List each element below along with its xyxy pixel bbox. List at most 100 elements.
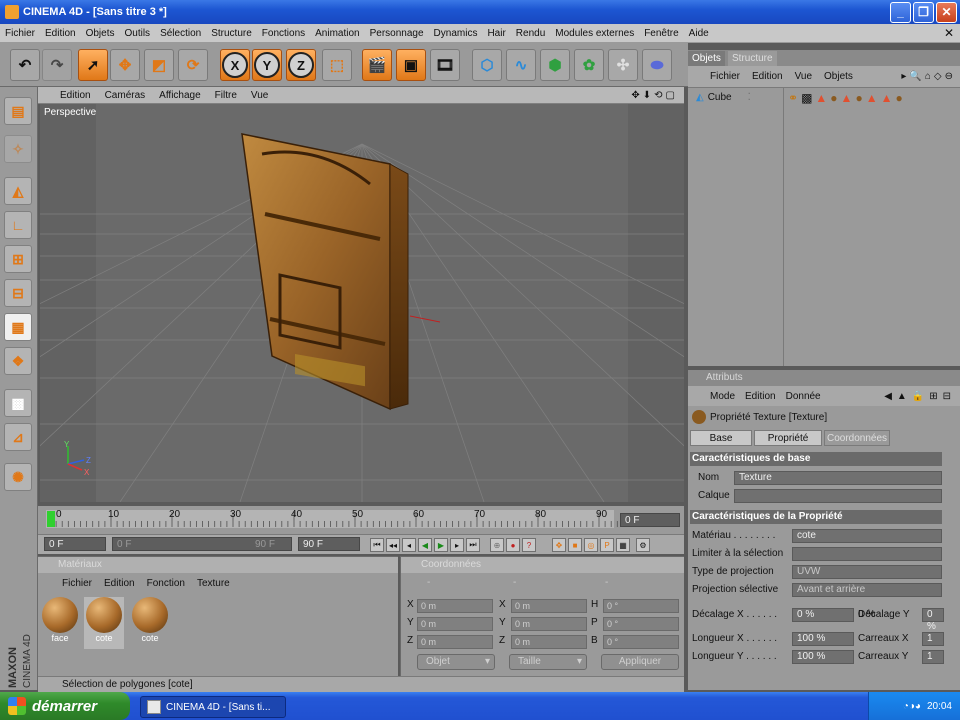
- decalage-x-field[interactable]: 0 %: [792, 608, 854, 622]
- menu-hair[interactable]: Hair: [482, 28, 510, 39]
- size-y-field[interactable]: 0 m: [511, 617, 587, 631]
- decalage-y-field[interactable]: 0 %: [922, 608, 944, 632]
- apply-button[interactable]: Appliquer: [601, 654, 679, 670]
- phong-tag-icon[interactable]: ⚭: [788, 91, 798, 105]
- coord-size-select[interactable]: Taille ▾: [509, 654, 587, 670]
- attr-toolbar-icons[interactable]: ◀▲🔒⊞⊟: [884, 391, 956, 402]
- tab-coordonnees[interactable]: Coordonnées: [824, 430, 890, 446]
- pos-z-field[interactable]: 0 m: [417, 635, 493, 649]
- attr-menu-donnee[interactable]: Donnée: [781, 391, 826, 402]
- redo-button[interactable]: ↷: [42, 49, 72, 81]
- viewport-menu-affichage[interactable]: Affichage: [152, 90, 208, 101]
- render-view-button[interactable]: 🎬: [362, 49, 392, 81]
- deformer-button[interactable]: ✣: [608, 49, 638, 81]
- tab-propriete[interactable]: Propriété: [754, 430, 822, 446]
- undo-button[interactable]: ↶: [10, 49, 40, 81]
- play-button[interactable]: ▶: [434, 538, 448, 552]
- document-close-icon[interactable]: ✕: [944, 26, 954, 40]
- uvw-tag-icon[interactable]: ▩: [801, 91, 812, 105]
- close-button[interactable]: ✕: [936, 1, 957, 23]
- viewport-menu-edition[interactable]: Edition: [38, 90, 98, 101]
- use-texture-button[interactable]: ◭: [4, 177, 32, 205]
- viewport-menu-cameras[interactable]: Caméras: [98, 90, 153, 101]
- material-swatch-face[interactable]: face: [40, 597, 80, 649]
- prev-key-button[interactable]: ◂◂: [386, 538, 400, 552]
- menu-animation[interactable]: Animation: [310, 28, 364, 39]
- menu-fichier[interactable]: Fichier: [0, 28, 40, 39]
- tweak-mode-button[interactable]: ❖: [4, 347, 32, 375]
- rot-b-field[interactable]: 0 °: [603, 635, 679, 649]
- menu-objets[interactable]: Objets: [81, 28, 120, 39]
- nurbs-button[interactable]: ⬢: [540, 49, 570, 81]
- key-position-button[interactable]: ✥: [552, 538, 566, 552]
- taskbar-item-cinema4d[interactable]: CINEMA 4D - [Sans ti...: [140, 696, 286, 718]
- tab-objets[interactable]: Objets: [688, 51, 725, 66]
- viewport-menu-filtre[interactable]: Filtre: [208, 90, 244, 101]
- end-frame-field[interactable]: 90 F: [298, 537, 360, 551]
- attr-menu-mode[interactable]: Mode: [688, 391, 740, 402]
- obj-toolbar-icons[interactable]: ▸🔍⌂◇⊖: [901, 71, 956, 82]
- checkerboard-button[interactable]: ▩: [4, 389, 32, 417]
- rotate-tool-button[interactable]: ⟳: [178, 49, 208, 81]
- axis-x-button[interactable]: X: [220, 49, 250, 81]
- axis-y-button[interactable]: Y: [252, 49, 282, 81]
- obj-menu-edition[interactable]: Edition: [746, 71, 789, 82]
- mat-menu-texture[interactable]: Texture: [191, 578, 236, 589]
- menu-modules-externes[interactable]: Modules externes: [550, 28, 639, 39]
- calque-field[interactable]: [734, 489, 942, 503]
- start-frame-field[interactable]: 0 F: [44, 537, 106, 551]
- obj-menu-fichier[interactable]: Fichier: [688, 71, 746, 82]
- coord-mode-select[interactable]: Objet ▾: [417, 654, 495, 670]
- live-selection-button[interactable]: ➚: [78, 49, 108, 81]
- key-scale-button[interactable]: ■: [568, 538, 582, 552]
- size-z-field[interactable]: 0 m: [511, 635, 587, 649]
- obj-menu-objets[interactable]: Objets: [818, 71, 859, 82]
- proj-selective-select[interactable]: Avant et arrière: [792, 583, 942, 597]
- render-picture-viewer-button[interactable]: ▣: [396, 49, 426, 81]
- goto-start-button[interactable]: ⏮: [370, 538, 384, 552]
- size-x-field[interactable]: 0 m: [511, 599, 587, 613]
- timeline-playhead[interactable]: [47, 511, 55, 527]
- rot-p-field[interactable]: 0 °: [603, 617, 679, 631]
- pos-y-field[interactable]: 0 m: [417, 617, 493, 631]
- menu-rendu[interactable]: Rendu: [511, 28, 550, 39]
- rot-h-field[interactable]: 0 °: [603, 599, 679, 613]
- tab-structure[interactable]: Structure: [728, 51, 777, 66]
- tray-icons[interactable]: ◔◑◕: [903, 701, 921, 712]
- timeline[interactable]: 0 10 20 30 40 50 60 70 80 90 0 F: [38, 506, 684, 534]
- render-settings-button[interactable]: 🎞: [430, 49, 460, 81]
- spline-button[interactable]: ∿: [506, 49, 536, 81]
- obj-menu-vue[interactable]: Vue: [789, 71, 818, 82]
- use-model-tool-button[interactable]: ▤: [4, 97, 32, 125]
- use-points-button[interactable]: ⊞: [4, 245, 32, 273]
- pos-x-field[interactable]: 0 m: [417, 599, 493, 613]
- use-object-tool-button[interactable]: ✧: [4, 135, 32, 163]
- mat-menu-fonction[interactable]: Fonction: [141, 578, 191, 589]
- record-pos-button[interactable]: ⊕: [490, 538, 504, 552]
- menu-personnage[interactable]: Personnage: [365, 28, 429, 39]
- play-backwards-button[interactable]: ◀: [418, 538, 432, 552]
- start-button[interactable]: démarrer: [0, 692, 130, 720]
- key-rotation-button[interactable]: ◎: [584, 538, 598, 552]
- carreaux-x-field[interactable]: 1: [922, 632, 944, 646]
- tab-base[interactable]: Base: [690, 430, 752, 446]
- carreaux-y-field[interactable]: 1: [922, 650, 944, 664]
- next-frame-button[interactable]: ▸: [450, 538, 464, 552]
- workplane-button[interactable]: ⊿: [4, 423, 32, 451]
- viewport-3d[interactable]: Perspective Y Z X: [40, 104, 684, 502]
- texture-tag-icon[interactable]: ●: [830, 91, 837, 105]
- scale-tool-button[interactable]: ◩: [144, 49, 174, 81]
- menu-selection[interactable]: Sélection: [155, 28, 206, 39]
- visibility-dots-icon[interactable]: ⁚: [748, 92, 751, 103]
- projection-select[interactable]: UVW: [792, 565, 942, 579]
- key-param-button[interactable]: P: [600, 538, 614, 552]
- longueur-x-field[interactable]: 100 %: [792, 632, 854, 646]
- current-frame-field[interactable]: 0 F: [620, 513, 680, 527]
- timeline-options-button[interactable]: ⚙: [636, 538, 650, 552]
- menu-dynamics[interactable]: Dynamics: [429, 28, 483, 39]
- autokey-button[interactable]: ?: [522, 538, 536, 552]
- attr-menu-edition[interactable]: Edition: [740, 391, 781, 402]
- viewport-menu-vue[interactable]: Vue: [244, 90, 275, 101]
- menu-edition[interactable]: Edition: [40, 28, 81, 39]
- cube-primitive-button[interactable]: ⬡: [472, 49, 502, 81]
